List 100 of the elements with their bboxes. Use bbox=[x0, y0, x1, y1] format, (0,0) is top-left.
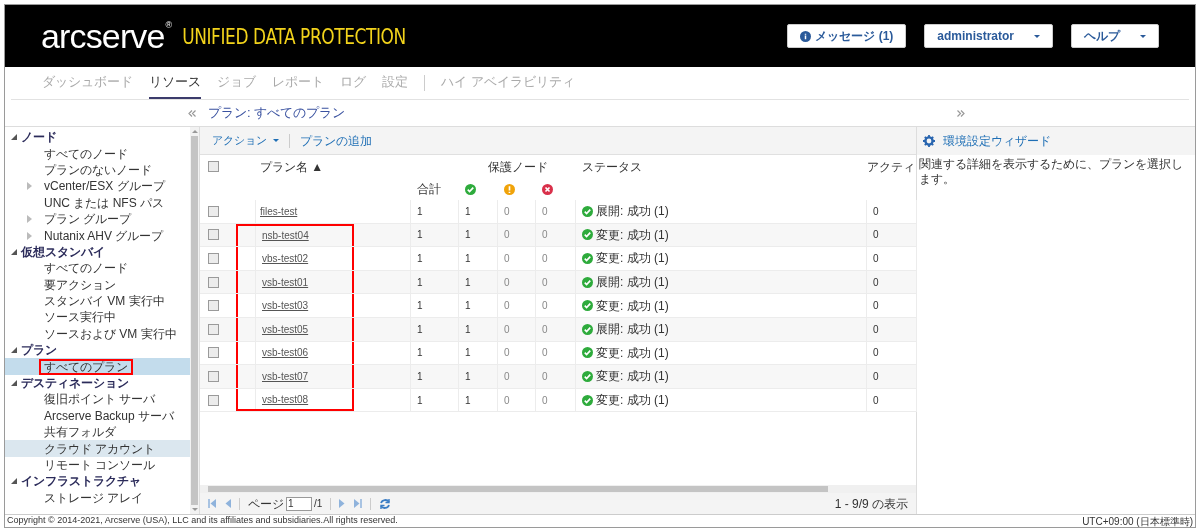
checkbox[interactable] bbox=[208, 205, 219, 217]
sidebar-item[interactable]: 共有フォルダ bbox=[5, 424, 190, 441]
status-icon bbox=[582, 253, 593, 264]
plan-name-link[interactable]: vsb-test08 bbox=[262, 391, 309, 407]
header-button[interactable]: administrator bbox=[924, 24, 1053, 48]
table-cell-text: 1 bbox=[417, 346, 423, 361]
sidebar-item[interactable]: すべてのノード bbox=[5, 145, 190, 162]
sidebar-item[interactable]: クラウド アカウント bbox=[5, 440, 190, 457]
error-icon bbox=[542, 183, 553, 195]
sidebar-item[interactable]: Arcserve Backup サーバ bbox=[5, 407, 190, 425]
sidebar-item[interactable]: 復旧ポイント サーバ bbox=[5, 391, 190, 408]
previous-page-icon[interactable] bbox=[225, 499, 231, 508]
item-label: UNC または NFS パス bbox=[43, 194, 165, 211]
refresh-icon[interactable] bbox=[379, 497, 392, 510]
table-cell-text: 1 bbox=[417, 204, 423, 219]
checkbox[interactable] bbox=[208, 161, 219, 172]
table-cell-text: 0 bbox=[873, 275, 879, 290]
checkbox[interactable] bbox=[208, 253, 219, 264]
timezone-text: UTC+09:00 (日本標準時) bbox=[1082, 514, 1193, 529]
column-header[interactable]: アクティ bbox=[867, 157, 915, 176]
sidebar-item[interactable]: Nutanix AHV グループ bbox=[5, 227, 190, 244]
checkbox[interactable] bbox=[208, 300, 219, 312]
sidebar-item[interactable]: vCenter/ESX グループ bbox=[5, 178, 190, 195]
table-cell-text: 0 bbox=[504, 346, 510, 361]
expanded-arrow-icon[interactable] bbox=[11, 478, 17, 485]
plan-name-link[interactable]: vsb-test05 bbox=[262, 321, 309, 337]
sidebar-item[interactable]: すべてのノード bbox=[5, 260, 190, 277]
last-page-icon[interactable] bbox=[353, 499, 363, 508]
page-summary: 1 - 9/9 の表示 bbox=[834, 495, 908, 513]
first-page-icon[interactable] bbox=[208, 499, 217, 508]
column-header: 合計 bbox=[417, 181, 441, 198]
gear-icon bbox=[923, 135, 935, 147]
status-text: 変更: 成功 (1) bbox=[596, 392, 669, 410]
checkbox[interactable] bbox=[208, 323, 219, 335]
collapsed-arrow-icon[interactable] bbox=[27, 182, 32, 191]
expanded-arrow-icon[interactable] bbox=[11, 248, 17, 255]
page-input[interactable]: 1 bbox=[286, 496, 312, 511]
plan-name-link[interactable]: vsb-test06 bbox=[262, 345, 309, 361]
plan-name-link[interactable]: nsb-test04 bbox=[262, 228, 309, 244]
table-cell-text: 1 bbox=[417, 275, 423, 290]
column-header[interactable]: プラン名 ▲ bbox=[260, 157, 324, 176]
checkbox[interactable] bbox=[208, 370, 219, 382]
table-cell-text: 1 bbox=[417, 322, 423, 337]
plan-name-link[interactable]: vbs-test02 bbox=[262, 251, 309, 266]
sidebar-item[interactable]: スタンバイ VM 実行中 bbox=[5, 292, 190, 310]
actions-menu[interactable]: アクション bbox=[212, 132, 279, 149]
column-header[interactable]: ステータス bbox=[582, 157, 642, 176]
plan-name-link[interactable]: vsb-test03 bbox=[262, 298, 309, 314]
collapsed-arrow-icon[interactable] bbox=[27, 215, 32, 224]
sidebar-item[interactable]: すべてのプラン bbox=[5, 358, 190, 375]
nav-tab[interactable]: リソース bbox=[149, 71, 201, 99]
checkbox[interactable] bbox=[208, 347, 219, 359]
item-label: すべてのノード bbox=[43, 145, 129, 162]
scrollbar[interactable] bbox=[190, 127, 199, 514]
table-cell-text: 0 bbox=[504, 299, 510, 314]
checkbox[interactable] bbox=[208, 229, 219, 241]
collapse-icon[interactable] bbox=[188, 109, 196, 117]
table-cell-text: 0 bbox=[873, 393, 879, 408]
logo: arcserve bbox=[41, 19, 165, 53]
sidebar-item[interactable]: 要アクション bbox=[5, 276, 190, 293]
sidebar-item[interactable]: プランのないノード bbox=[5, 161, 190, 179]
sidebar-item[interactable]: ソース実行中 bbox=[5, 309, 190, 326]
table-cell-text: 1 bbox=[465, 346, 471, 361]
table-cell-text: 0 bbox=[873, 228, 879, 243]
expanded-arrow-icon[interactable] bbox=[11, 134, 17, 141]
sidebar-item[interactable]: ソースおよび VM 実行中 bbox=[5, 325, 190, 343]
item-label: 復旧ポイント サーバ bbox=[43, 391, 157, 408]
expanded-arrow-icon[interactable] bbox=[11, 347, 17, 354]
plan-name-link[interactable]: vsb-test01 bbox=[262, 274, 309, 290]
sidebar-item[interactable]: プラン グループ bbox=[5, 210, 190, 228]
collapsed-arrow-icon[interactable] bbox=[27, 231, 32, 240]
table-cell-text: 0 bbox=[504, 204, 510, 219]
status-icon bbox=[582, 347, 593, 359]
item-label: ソース実行中 bbox=[43, 309, 117, 326]
group-label: デスティネーション bbox=[21, 377, 129, 390]
horizontal-scrollbar[interactable] bbox=[200, 485, 916, 493]
status-icon bbox=[582, 394, 593, 406]
sidebar-item[interactable]: リモート コンソール bbox=[5, 456, 190, 474]
next-page-icon[interactable] bbox=[339, 499, 346, 508]
header-button[interactable]: ヘルプ bbox=[1071, 24, 1159, 48]
status-icon bbox=[582, 300, 593, 312]
table-cell-text: 1 bbox=[465, 393, 471, 408]
table-cell-text: 0 bbox=[504, 252, 510, 266]
table-cell-text: 1 bbox=[465, 322, 471, 337]
sidebar-item[interactable]: UNC または NFS パス bbox=[5, 194, 190, 211]
status-icon bbox=[582, 205, 593, 217]
checkbox[interactable] bbox=[208, 394, 219, 406]
sidebar-item[interactable]: ストレージ アレイ bbox=[5, 489, 190, 506]
item-label: すべてのプラン bbox=[39, 358, 133, 375]
expanded-arrow-icon[interactable] bbox=[11, 380, 17, 387]
plan-name-link[interactable]: files-test bbox=[260, 203, 298, 219]
add-plan-link[interactable]: プランの追加 bbox=[300, 131, 372, 150]
checkbox[interactable] bbox=[208, 276, 219, 288]
warning-icon bbox=[504, 183, 515, 195]
status-text: 展開: 成功 (1) bbox=[596, 274, 669, 292]
header-button[interactable]: メッセージ (1) bbox=[787, 24, 907, 48]
expand-icon[interactable] bbox=[957, 109, 966, 117]
item-label: Arcserve Backup サーバ bbox=[43, 407, 176, 424]
page-count: /1 bbox=[314, 497, 323, 511]
table-cell-text: 0 bbox=[542, 369, 548, 384]
